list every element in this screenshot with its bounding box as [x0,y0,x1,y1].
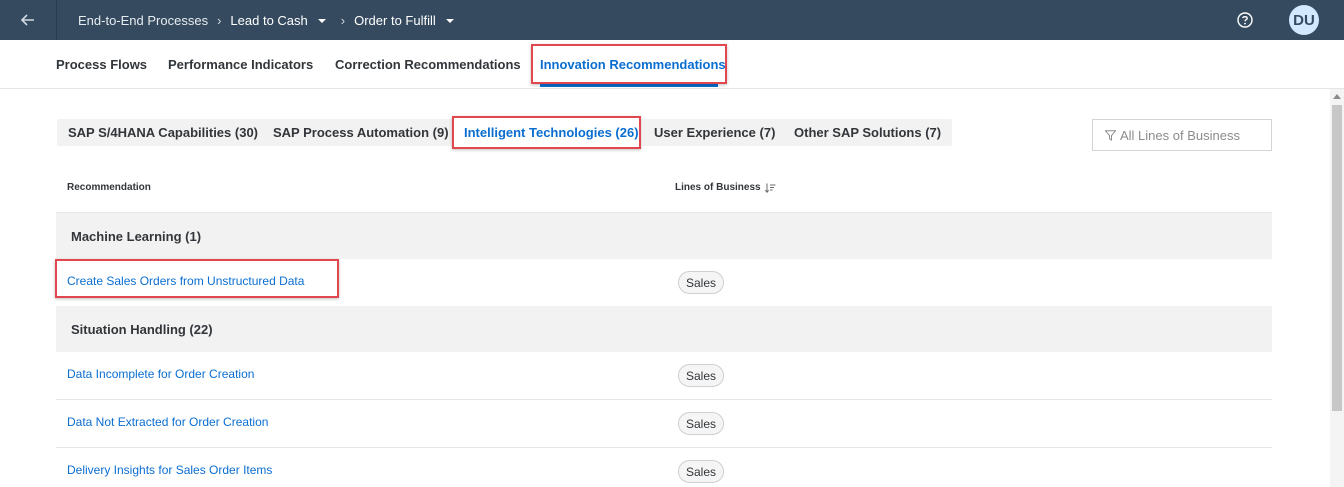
recommendation-link[interactable]: Data Not Extracted for Order Creation [67,415,268,429]
column-header-recommendation[interactable]: Recommendation [67,182,151,193]
tab-bar: Process Flows Performance Indicators Cor… [0,40,1344,89]
table-row[interactable]: Data Not Extracted for Order Creation Sa… [56,400,1272,448]
subtab-s4hana-capabilities[interactable]: SAP S/4HANA Capabilities (30) [57,119,269,146]
tab-process-flows[interactable]: Process Flows [56,40,147,88]
group-header-machine-learning: Machine Learning (1) [56,213,1272,259]
user-avatar[interactable]: DU [1289,5,1319,35]
lob-tag: Sales [678,364,725,387]
group-header-situation-handling: Situation Handling (22) [56,306,1272,352]
breadcrumb-order-to-fulfill-dropdown[interactable]: Order to Fulfill [354,13,454,28]
recommendation-link[interactable]: Delivery Insights for Sales Order Items [67,463,272,477]
scrollbar-thumb[interactable] [1332,105,1342,411]
column-header-lob-label: Lines of Business [675,182,761,193]
tab-performance-indicators[interactable]: Performance Indicators [168,40,313,88]
tab-innovation-recommendations[interactable]: Innovation Recommendations [540,40,726,88]
group-title: Situation Handling (22) [71,321,213,337]
filter-icon [1105,129,1116,141]
subtab-intelligent-technologies[interactable]: Intelligent Technologies (26) [453,119,650,146]
sort-descending-icon [764,183,776,193]
scroll-up-arrow-icon[interactable] [1333,94,1341,99]
table-row[interactable]: Data Incomplete for Order Creation Sales [56,352,1272,400]
breadcrumb-root-link[interactable]: End-to-End Processes [78,13,208,28]
breadcrumb-separator-icon: › [340,12,346,28]
shell-bar: End-to-End Processes › Lead to Cash › Or… [0,0,1344,40]
breadcrumb: End-to-End Processes › Lead to Cash › Or… [78,0,454,40]
column-header-recommendation-label: Recommendation [67,182,151,193]
table-row[interactable]: Create Sales Orders from Unstructured Da… [56,259,1272,307]
active-tab-indicator [540,84,718,87]
breadcrumb-order-to-fulfill-label: Order to Fulfill [354,12,436,28]
back-button[interactable] [0,0,56,40]
arrow-left-icon [21,14,34,26]
lob-tag: Sales [678,460,725,483]
table-row[interactable]: Delivery Insights for Sales Order Items … [56,448,1272,487]
subtab-user-experience[interactable]: User Experience (7) [643,119,787,146]
recommendation-link[interactable]: Data Incomplete for Order Creation [67,367,254,381]
filter-placeholder: All Lines of Business [1120,127,1240,143]
lob-tag: Sales [678,271,725,294]
group-title: Machine Learning (1) [71,228,202,244]
tab-correction-recommendations[interactable]: Correction Recommendations [335,40,521,88]
shell-divider [56,0,57,40]
breadcrumb-lead-to-cash-label: Lead to Cash [230,12,308,28]
help-icon[interactable] [1236,11,1254,29]
breadcrumb-lead-to-cash-dropdown[interactable]: Lead to Cash [230,12,326,28]
subtab-process-automation[interactable]: SAP Process Automation (9) [262,119,460,146]
breadcrumb-separator-icon: › [217,12,222,28]
lob-tag: Sales [678,412,725,435]
subtab-other-sap-solutions[interactable]: Other SAP Solutions (7) [783,119,953,146]
caret-down-icon [445,19,454,23]
vertical-scrollbar[interactable] [1330,89,1344,487]
recommendation-link[interactable]: Create Sales Orders from Unstructured Da… [67,274,304,288]
column-header-lines-of-business[interactable]: Lines of Business [675,182,776,193]
lines-of-business-filter[interactable]: All Lines of Business [1092,119,1272,151]
caret-down-icon [317,19,326,23]
